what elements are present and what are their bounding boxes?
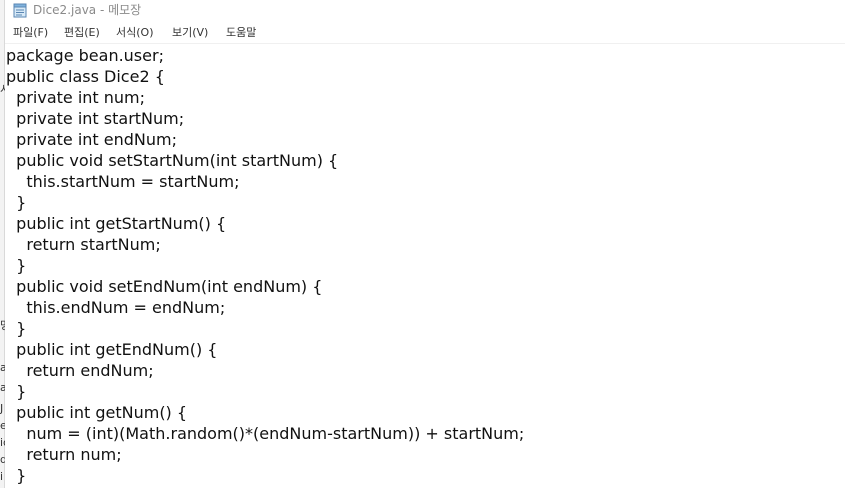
code-line: public int getStartNum() {: [6, 214, 227, 233]
code-line: public class Dice2 {: [6, 67, 165, 86]
background-window-text: a: [0, 382, 5, 394]
code-line: private int num;: [6, 88, 146, 107]
menu-help[interactable]: 도움말: [226, 25, 256, 40]
code-line: public int getNum() {: [6, 403, 188, 422]
code-line: }: [6, 382, 27, 401]
background-window-text: 시: [0, 84, 5, 96]
code-line: return startNum;: [6, 235, 161, 254]
text-editor[interactable]: package bean.user; public class Dice2 { …: [6, 45, 845, 488]
code-line: package bean.user;: [6, 46, 164, 65]
code-line: }: [6, 256, 27, 275]
code-line: private int endNum;: [6, 130, 177, 149]
notepad-window: Dice2.java - 메모장 파일(F) 편집(E) 서식(O) 보기(V)…: [0, 0, 845, 488]
code-line: public void setEndNum(int endNum) {: [6, 277, 323, 296]
code-line: }: [6, 466, 27, 485]
menu-edit[interactable]: 편집(E): [64, 25, 100, 40]
background-window-text: 명: [0, 320, 5, 332]
background-window-text: ic: [0, 437, 5, 449]
code-line: private int startNum;: [6, 109, 185, 128]
notepad-icon: [13, 3, 27, 18]
window-title: Dice2.java - 메모장: [33, 3, 142, 17]
code-line: }: [6, 319, 27, 338]
title-bar[interactable]: Dice2.java - 메모장: [0, 0, 845, 22]
background-window-text: d: [0, 454, 5, 466]
code-line: return endNum;: [6, 361, 154, 380]
menu-view[interactable]: 보기(V): [172, 25, 208, 40]
background-window-text: i: [0, 471, 4, 483]
code-line: num = (int)(Math.random()*(endNum-startN…: [6, 424, 525, 443]
menu-format[interactable]: 서식(O): [116, 25, 153, 40]
menu-file[interactable]: 파일(F): [13, 25, 48, 40]
code-line: public int getEndNum() {: [6, 340, 218, 359]
code-line: public void setStartNum(int startNum) {: [6, 151, 339, 170]
code-line: this.endNum = endNum;: [6, 298, 226, 317]
menu-bar: 파일(F) 편집(E) 서식(O) 보기(V) 도움말: [0, 22, 845, 44]
background-window-text: a: [0, 362, 5, 374]
background-window-text: J: [0, 403, 4, 415]
code-line: }: [6, 193, 27, 212]
code-line: this.startNum = startNum;: [6, 172, 240, 191]
code-line: return num;: [6, 445, 122, 464]
background-window-text: e: [0, 420, 5, 432]
